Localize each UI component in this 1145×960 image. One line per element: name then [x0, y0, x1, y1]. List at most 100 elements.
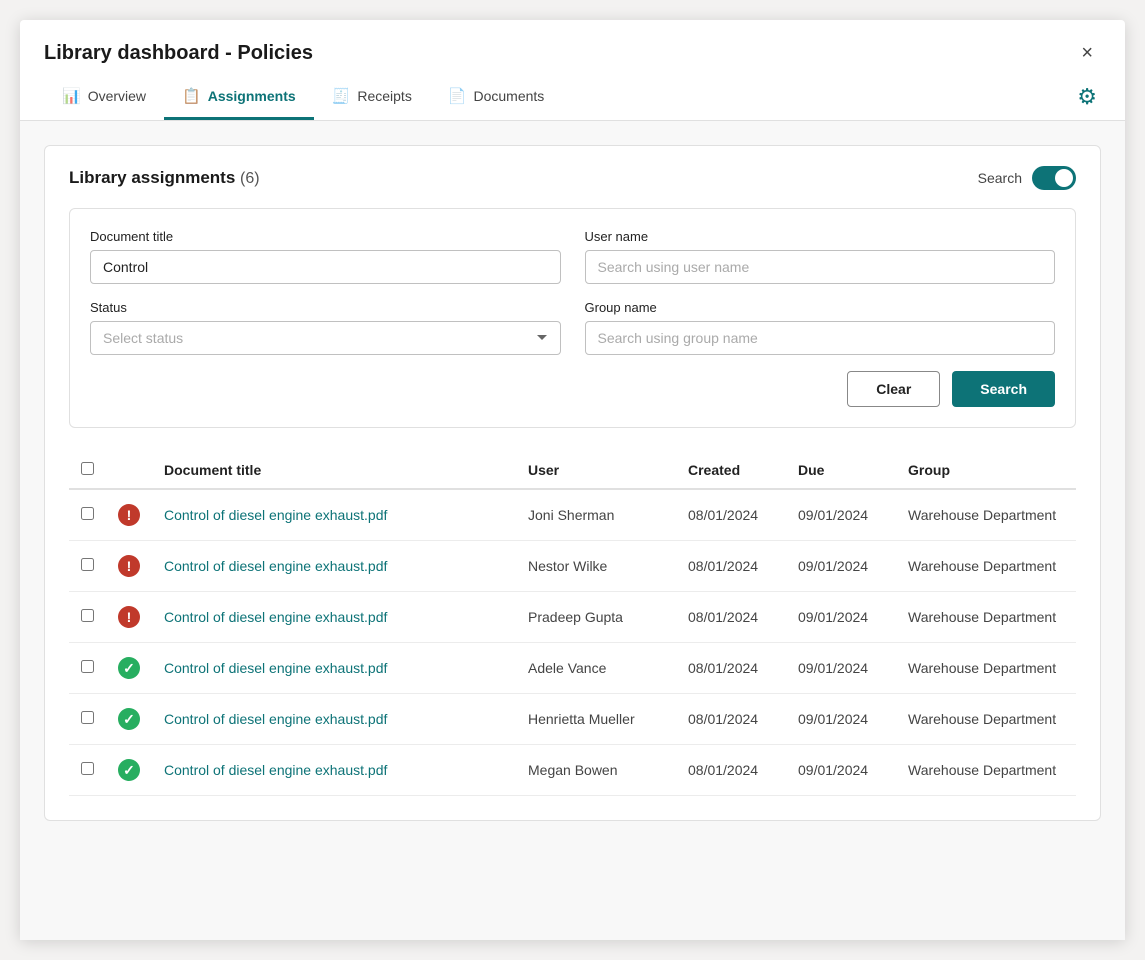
status-label: Status — [90, 300, 561, 315]
row-doc-title[interactable]: Control of diesel engine exhaust.pdf — [152, 745, 516, 796]
row-created: 08/01/2024 — [676, 643, 786, 694]
row-group: Warehouse Department — [896, 489, 1076, 541]
row-user: Adele Vance — [516, 643, 676, 694]
table-row: !Control of diesel engine exhaust.pdfPra… — [69, 592, 1076, 643]
row-doc-title[interactable]: Control of diesel engine exhaust.pdf — [152, 489, 516, 541]
row-created: 08/01/2024 — [676, 694, 786, 745]
card-title-text: Library assignments — [69, 168, 235, 187]
toggle-knob — [1055, 169, 1073, 187]
ok-icon: ✓ — [118, 708, 140, 730]
row-created: 08/01/2024 — [676, 541, 786, 592]
row-doc-title[interactable]: Control of diesel engine exhaust.pdf — [152, 643, 516, 694]
row-status-cell: ✓ — [106, 745, 152, 796]
assignments-card: Library assignments (6) Search Document … — [44, 145, 1101, 821]
form-row-1: Document title User name — [90, 229, 1055, 284]
card-title-area: Library assignments (6) — [69, 168, 260, 188]
row-checkbox-cell — [69, 592, 106, 643]
search-toggle-switch[interactable] — [1032, 166, 1076, 190]
table-row: ✓ Control of diesel engine exhaust.pdfAde… — [69, 643, 1076, 694]
row-user: Joni Sherman — [516, 489, 676, 541]
table-body: !Control of diesel engine exhaust.pdfJon… — [69, 489, 1076, 796]
row-status-cell: ✓ — [106, 643, 152, 694]
row-due: 09/01/2024 — [786, 745, 896, 796]
row-doc-title[interactable]: Control of diesel engine exhaust.pdf — [152, 541, 516, 592]
row-status-cell: ! — [106, 541, 152, 592]
group-name-group: Group name — [585, 300, 1056, 355]
row-checkbox-cell — [69, 541, 106, 592]
select-all-checkbox[interactable] — [81, 462, 94, 475]
group-name-input[interactable] — [585, 321, 1056, 355]
row-group: Warehouse Department — [896, 592, 1076, 643]
row-doc-title[interactable]: Control of diesel engine exhaust.pdf — [152, 592, 516, 643]
table-row: ✓Control of diesel engine exhaust.pdfMeg… — [69, 745, 1076, 796]
row-due: 09/01/2024 — [786, 489, 896, 541]
assignments-icon: 📋 — [182, 87, 201, 105]
row-due: 09/01/2024 — [786, 541, 896, 592]
gear-icon: ⚙ — [1077, 84, 1097, 109]
form-row-2: Status Select status Group name — [90, 300, 1055, 355]
row-checkbox[interactable] — [81, 660, 94, 673]
doc-title-input[interactable] — [90, 250, 561, 284]
tab-assignments[interactable]: 📋 Assignments — [164, 73, 314, 120]
doc-title-label: Document title — [90, 229, 561, 244]
col-header-group: Group — [896, 452, 1076, 489]
col-header-created: Created — [676, 452, 786, 489]
status-select[interactable]: Select status — [90, 321, 561, 355]
row-due: 09/01/2024 — [786, 643, 896, 694]
clear-button[interactable]: Clear — [847, 371, 940, 407]
overview-icon: 📊 — [62, 87, 81, 105]
error-icon: ! — [118, 555, 140, 577]
modal-window: Library dashboard - Policies × 📊 Overvie… — [20, 20, 1125, 940]
modal-header: Library dashboard - Policies × — [20, 20, 1125, 69]
table-area: Document title User Created Due Group !C… — [69, 452, 1076, 796]
row-doc-title[interactable]: Control of diesel engine exhaust.pdf — [152, 694, 516, 745]
tabs-container: 📊 Overview 📋 Assignments 🧾 Receipts 📄 Do… — [44, 73, 562, 120]
card-header: Library assignments (6) Search — [69, 166, 1076, 190]
tabs-row: 📊 Overview 📋 Assignments 🧾 Receipts 📄 Do… — [20, 73, 1125, 121]
assignments-table: Document title User Created Due Group !C… — [69, 452, 1076, 796]
tab-assignments-label: Assignments — [208, 88, 296, 104]
table-header-row: Document title User Created Due Group — [69, 452, 1076, 489]
search-button[interactable]: Search — [952, 371, 1055, 407]
row-checkbox[interactable] — [81, 507, 94, 520]
row-checkbox-cell — [69, 643, 106, 694]
col-header-status — [106, 452, 152, 489]
group-name-label: Group name — [585, 300, 1056, 315]
search-toggle-label: Search — [978, 170, 1022, 186]
row-group: Warehouse Department — [896, 694, 1076, 745]
row-checkbox-cell — [69, 694, 106, 745]
row-checkbox-cell — [69, 745, 106, 796]
row-status-cell: ! — [106, 489, 152, 541]
table-row: ! Control of diesel engine exhaust.pdfNes… — [69, 541, 1076, 592]
row-checkbox[interactable] — [81, 558, 94, 571]
row-user: Nestor Wilke — [516, 541, 676, 592]
row-checkbox[interactable] — [81, 609, 94, 622]
receipts-icon: 🧾 — [332, 87, 351, 105]
user-name-input[interactable] — [585, 250, 1056, 284]
table-row: ! Control of diesel engine exhaust.pdfJon… — [69, 489, 1076, 541]
row-group: Warehouse Department — [896, 643, 1076, 694]
search-toggle-area: Search — [978, 166, 1076, 190]
row-checkbox[interactable] — [81, 762, 94, 775]
row-checkbox-cell — [69, 489, 106, 541]
col-header-checkbox — [69, 452, 106, 489]
error-icon: ! — [118, 504, 140, 526]
col-header-doc-title: Document title — [152, 452, 516, 489]
search-form: Document title User name Status Select s… — [69, 208, 1076, 428]
tab-documents[interactable]: 📄 Documents — [430, 73, 563, 120]
close-button[interactable]: × — [1073, 38, 1101, 69]
table-head: Document title User Created Due Group — [69, 452, 1076, 489]
tab-receipts-label: Receipts — [357, 88, 411, 104]
tab-overview[interactable]: 📊 Overview — [44, 73, 164, 120]
tab-receipts[interactable]: 🧾 Receipts — [314, 73, 430, 120]
row-status-cell: ! — [106, 592, 152, 643]
gear-button[interactable]: ⚙ — [1073, 80, 1101, 114]
ok-icon: ✓ — [118, 657, 140, 679]
row-user: Henrietta Mueller — [516, 694, 676, 745]
row-created: 08/01/2024 — [676, 745, 786, 796]
tab-documents-label: Documents — [474, 88, 545, 104]
card-count: (6) — [240, 170, 260, 187]
documents-icon: 📄 — [448, 87, 467, 105]
row-checkbox[interactable] — [81, 711, 94, 724]
row-group: Warehouse Department — [896, 745, 1076, 796]
